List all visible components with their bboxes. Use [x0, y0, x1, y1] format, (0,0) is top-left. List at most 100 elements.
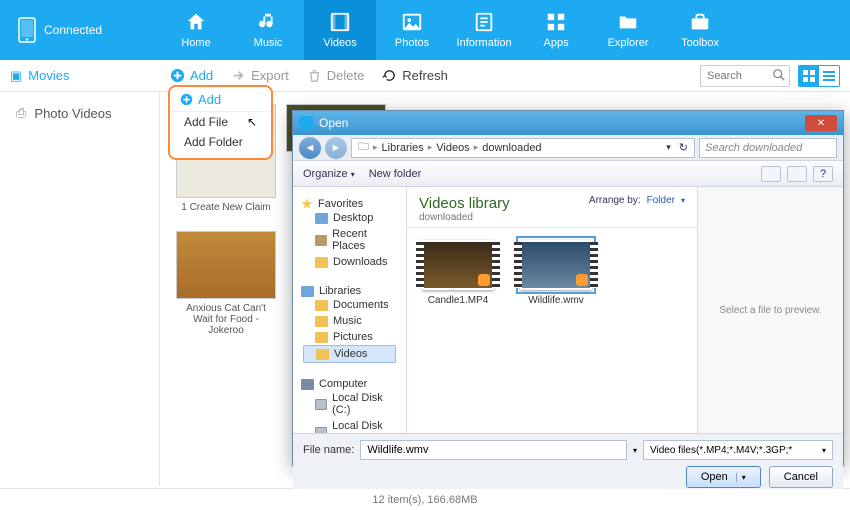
nav-favorites-header[interactable]: Favorites — [301, 198, 398, 210]
nav-documents[interactable]: Documents — [301, 297, 398, 313]
nav-explorer[interactable]: Explorer — [592, 0, 664, 60]
nav-recent-places[interactable]: Recent Places — [301, 226, 398, 254]
sidebar-photovideos-label: Photo Videos — [34, 106, 111, 121]
library-subtitle: downloaded — [419, 212, 510, 223]
refresh-label: Refresh — [402, 68, 448, 83]
add-dd-title: Add — [198, 92, 221, 107]
cancel-button[interactable]: Cancel — [769, 466, 833, 488]
arrange-by-label: Arrange by: — [589, 195, 641, 206]
folder-icon — [617, 11, 639, 33]
open-button-label: Open — [701, 471, 728, 483]
refresh-button[interactable]: Refresh — [382, 68, 448, 83]
nav-music-lib[interactable]: Music — [301, 313, 398, 329]
thumb-card[interactable]: Anxious Cat Can't Wait for Food - Jokero… — [176, 231, 276, 336]
content-thumbs: 1 Create New Claim Anxious Cat Can't Wai… — [176, 130, 286, 336]
nav-photos-label: Photos — [395, 37, 429, 49]
dialog-address-bar: ◄ ► 🗀 ▸ Libraries ▸ Videos ▸ downloaded … — [293, 135, 843, 161]
toolbar: ▣ Movies Add Export Delete Refresh — [0, 60, 850, 92]
sidebar-movies-label: Movies — [28, 68, 69, 83]
add-folder-item[interactable]: Add Folder — [170, 132, 271, 152]
search-icon — [772, 68, 786, 82]
nav-toolbox[interactable]: Toolbox — [664, 0, 736, 60]
add-dropdown-header: Add — [170, 90, 271, 112]
filename-dropdown-icon[interactable]: ▾ — [633, 446, 637, 455]
add-dropdown: Add Add File Add Folder ↖ — [168, 85, 273, 160]
path-dropdown-icon[interactable]: ▾ — [666, 142, 671, 153]
nav-disk-c[interactable]: Local Disk (C:) — [301, 390, 398, 418]
help-button[interactable]: ? — [813, 166, 833, 182]
dialog-footer: File name: ▾ Video files(*.MP4;*.M4V;*.3… — [293, 433, 843, 489]
new-folder-button[interactable]: New folder — [369, 168, 422, 180]
nav-videos[interactable]: Videos — [304, 0, 376, 60]
nav-videos-lib[interactable]: Videos — [303, 345, 396, 363]
trash-icon — [307, 68, 322, 83]
delete-button[interactable]: Delete — [307, 68, 365, 83]
search-box[interactable] — [700, 65, 790, 87]
export-button[interactable]: Export — [231, 68, 289, 83]
path-seg-downloaded[interactable]: downloaded — [482, 142, 541, 154]
cursor-icon: ↖ — [247, 115, 257, 129]
path-seg-libraries[interactable]: Libraries — [382, 142, 424, 154]
delete-label: Delete — [327, 68, 365, 83]
dialog-toolbar: Organize ▾ New folder ? — [293, 161, 843, 187]
file-item-candle[interactable]: Candle1.MP4 — [419, 240, 497, 421]
nav-information[interactable]: Information — [448, 0, 520, 60]
export-icon — [231, 68, 246, 83]
nav-computer-header[interactable]: Computer — [301, 378, 398, 390]
library-title: Videos library — [419, 195, 510, 212]
apps-icon — [545, 11, 567, 33]
nav-forward-button[interactable]: ► — [325, 137, 347, 159]
thumb-image — [176, 231, 276, 299]
nav-home[interactable]: Home — [160, 0, 232, 60]
add-button[interactable]: Add — [170, 68, 213, 83]
filename-input[interactable] — [360, 440, 627, 460]
left-sidebar: ⎙ Photo Videos — [0, 92, 160, 486]
preview-pane-button[interactable] — [787, 166, 807, 182]
dialog-nav-pane: Favorites Desktop Recent Places Download… — [293, 187, 407, 433]
dialog-titlebar[interactable]: Open ✕ — [293, 111, 843, 135]
nav-desktop[interactable]: Desktop — [301, 210, 398, 226]
view-grid-button[interactable] — [799, 66, 819, 86]
nav-toolbox-label: Toolbox — [681, 37, 719, 49]
nav-music[interactable]: Music — [232, 0, 304, 60]
dialog-search-placeholder: Search downloaded — [705, 142, 802, 154]
export-label: Export — [251, 68, 289, 83]
view-mode-button[interactable] — [761, 166, 781, 182]
top-navbar: Connected Home Music Videos Photos Infor… — [0, 0, 850, 60]
open-button[interactable]: Open ▾ — [686, 466, 761, 488]
path-seg-videos[interactable]: Videos — [436, 142, 469, 154]
file-name-label: Candle1.MP4 — [428, 295, 489, 306]
dialog-close-button[interactable]: ✕ — [805, 115, 837, 131]
nav-pictures[interactable]: Pictures — [301, 329, 398, 345]
status-bar: 12 item(s), 166.68MB — [0, 488, 850, 510]
dialog-title-text: Open — [319, 116, 348, 130]
nav-photos[interactable]: Photos — [376, 0, 448, 60]
nav-apps[interactable]: Apps — [520, 0, 592, 60]
refresh-icon — [382, 68, 397, 83]
arrange-by[interactable]: Arrange by: Folder ▾ — [589, 195, 685, 206]
nav-downloads[interactable]: Downloads — [301, 254, 398, 270]
info-icon — [473, 11, 495, 33]
dialog-search-box[interactable]: Search downloaded — [699, 138, 837, 158]
home-icon — [185, 11, 207, 33]
open-split-icon[interactable]: ▾ — [736, 473, 746, 482]
file-open-dialog: Open ✕ ◄ ► 🗀 ▸ Libraries ▸ Videos ▸ down… — [292, 110, 844, 466]
breadcrumb-path[interactable]: 🗀 ▸ Libraries ▸ Videos ▸ downloaded ▾ ↻ — [351, 138, 695, 158]
file-item-wildlife[interactable]: Wildlife.wmv — [517, 240, 595, 421]
main-nav: Home Music Videos Photos Information App… — [160, 0, 736, 60]
file-filter-text: Video files(*.MP4;*.M4V;*.3GP;* — [650, 445, 792, 456]
sidebar-header-movies[interactable]: ▣ Movies — [10, 68, 160, 84]
sidebar-item-photo-videos[interactable]: ⎙ Photo Videos — [0, 100, 159, 126]
nav-disk-d[interactable]: Local Disk (D:) — [301, 418, 398, 433]
file-filter-dropdown[interactable]: Video files(*.MP4;*.M4V;*.3GP;*▾ — [643, 440, 833, 460]
arrange-by-value[interactable]: Folder — [647, 195, 675, 206]
nav-back-button[interactable]: ◄ — [299, 137, 321, 159]
nav-libraries-header[interactable]: Libraries — [301, 285, 398, 297]
thumb-caption: 1 Create New Claim — [176, 202, 276, 213]
nav-home-label: Home — [181, 37, 210, 49]
organize-button[interactable]: Organize ▾ — [303, 168, 355, 180]
nav-apps-label: Apps — [544, 37, 569, 49]
view-list-button[interactable] — [819, 66, 839, 86]
path-refresh-icon[interactable]: ↻ — [679, 141, 688, 154]
plus-circle-icon — [170, 68, 185, 83]
